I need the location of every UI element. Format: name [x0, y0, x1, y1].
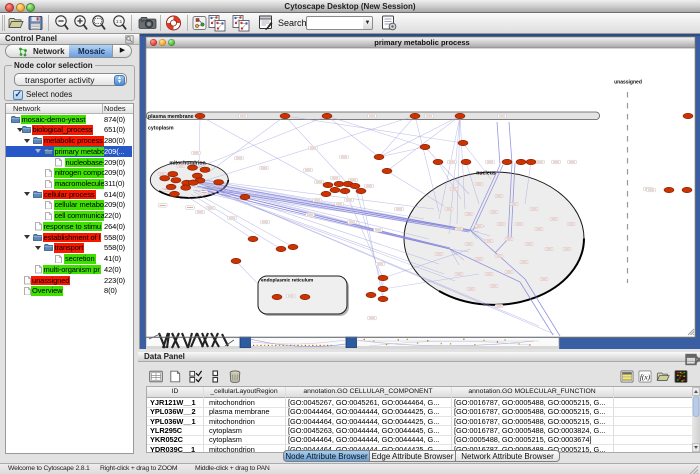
svg-text:plasma membrane: plasma membrane: [148, 114, 194, 120]
svg-text:mitochondrion: mitochondrion: [169, 161, 205, 167]
svg-text:nucleus: nucleus: [476, 171, 496, 177]
svg-text:unassigned: unassigned: [614, 80, 642, 86]
svg-text:endoplasmic reticulum: endoplasmic reticulum: [261, 278, 313, 284]
svg-text:1:1: 1:1: [115, 19, 122, 24]
svg-text:primary metabolic process: primary metabolic process: [374, 38, 469, 47]
svg-text:f(x): f(x): [640, 372, 651, 381]
svg-text:cytoplasm: cytoplasm: [148, 126, 174, 132]
